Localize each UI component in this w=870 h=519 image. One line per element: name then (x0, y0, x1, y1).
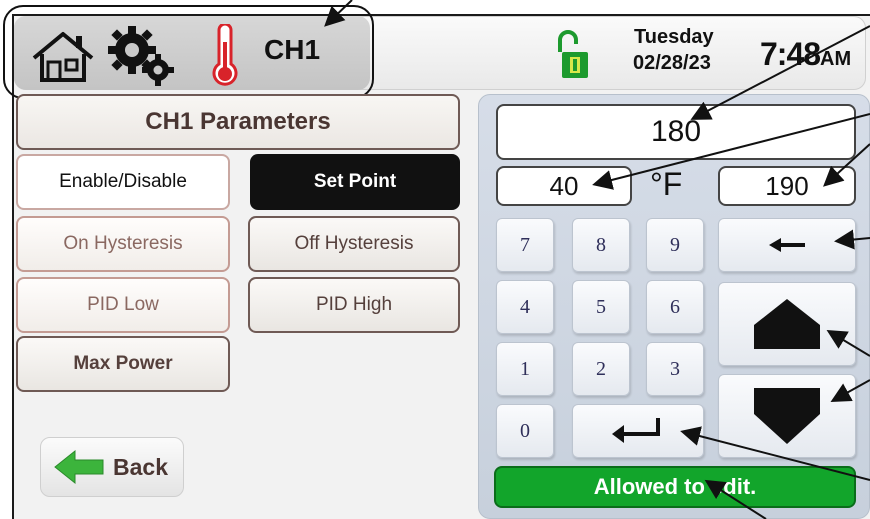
date-value: 02/28/23 (633, 52, 711, 74)
key-6[interactable]: 6 (646, 280, 704, 334)
max-value-display: 190 (718, 166, 856, 206)
edit-status-bar: Allowed to edit. (494, 466, 856, 508)
back-label: Back (113, 453, 168, 480)
pid-low-button[interactable]: PID Low (16, 277, 230, 333)
backspace-arrow-icon (769, 238, 805, 252)
clock-time: 7:48 (760, 36, 821, 72)
key-9[interactable]: 9 (646, 218, 704, 272)
key-8[interactable]: 8 (572, 218, 630, 272)
up-arrow-icon (754, 299, 820, 349)
increment-button[interactable] (718, 282, 856, 366)
max-power-button[interactable]: Max Power (16, 336, 230, 392)
down-arrow-icon (754, 388, 820, 444)
off-hysteresis-button[interactable]: Off Hysteresis (248, 216, 460, 272)
decrement-button[interactable] (718, 374, 856, 458)
key-5[interactable]: 5 (572, 280, 630, 334)
date-day: Tuesday (634, 26, 714, 48)
set-point-button[interactable]: Set Point (250, 154, 460, 210)
enter-button[interactable] (572, 404, 704, 458)
on-hysteresis-button[interactable]: On Hysteresis (16, 216, 230, 272)
unit-label: °F (650, 166, 683, 202)
key-1[interactable]: 1 (496, 342, 554, 396)
parameters-title: CH1 Parameters (16, 94, 460, 150)
enter-icon (612, 418, 660, 443)
clock: 7:48AM (760, 36, 851, 73)
back-arrow-icon (54, 449, 104, 485)
clock-ampm: AM (820, 48, 852, 70)
unlocked-padlock-icon[interactable] (556, 28, 590, 85)
key-2[interactable]: 2 (572, 342, 630, 396)
pid-high-button[interactable]: PID High (248, 277, 460, 333)
backspace-button[interactable] (718, 218, 856, 272)
back-button[interactable]: Back (40, 437, 184, 497)
min-value-display: 40 (496, 166, 632, 206)
channel-title: CH1 (264, 34, 321, 65)
value-display[interactable]: 180 (496, 104, 856, 160)
key-7[interactable]: 7 (496, 218, 554, 272)
key-3[interactable]: 3 (646, 342, 704, 396)
gear-icon[interactable] (106, 24, 178, 93)
home-icon[interactable] (28, 28, 98, 89)
enable-disable-button[interactable]: Enable/Disable (16, 154, 230, 210)
key-0[interactable]: 0 (496, 404, 554, 458)
thermometer-icon[interactable] (208, 22, 242, 95)
key-4[interactable]: 4 (496, 280, 554, 334)
